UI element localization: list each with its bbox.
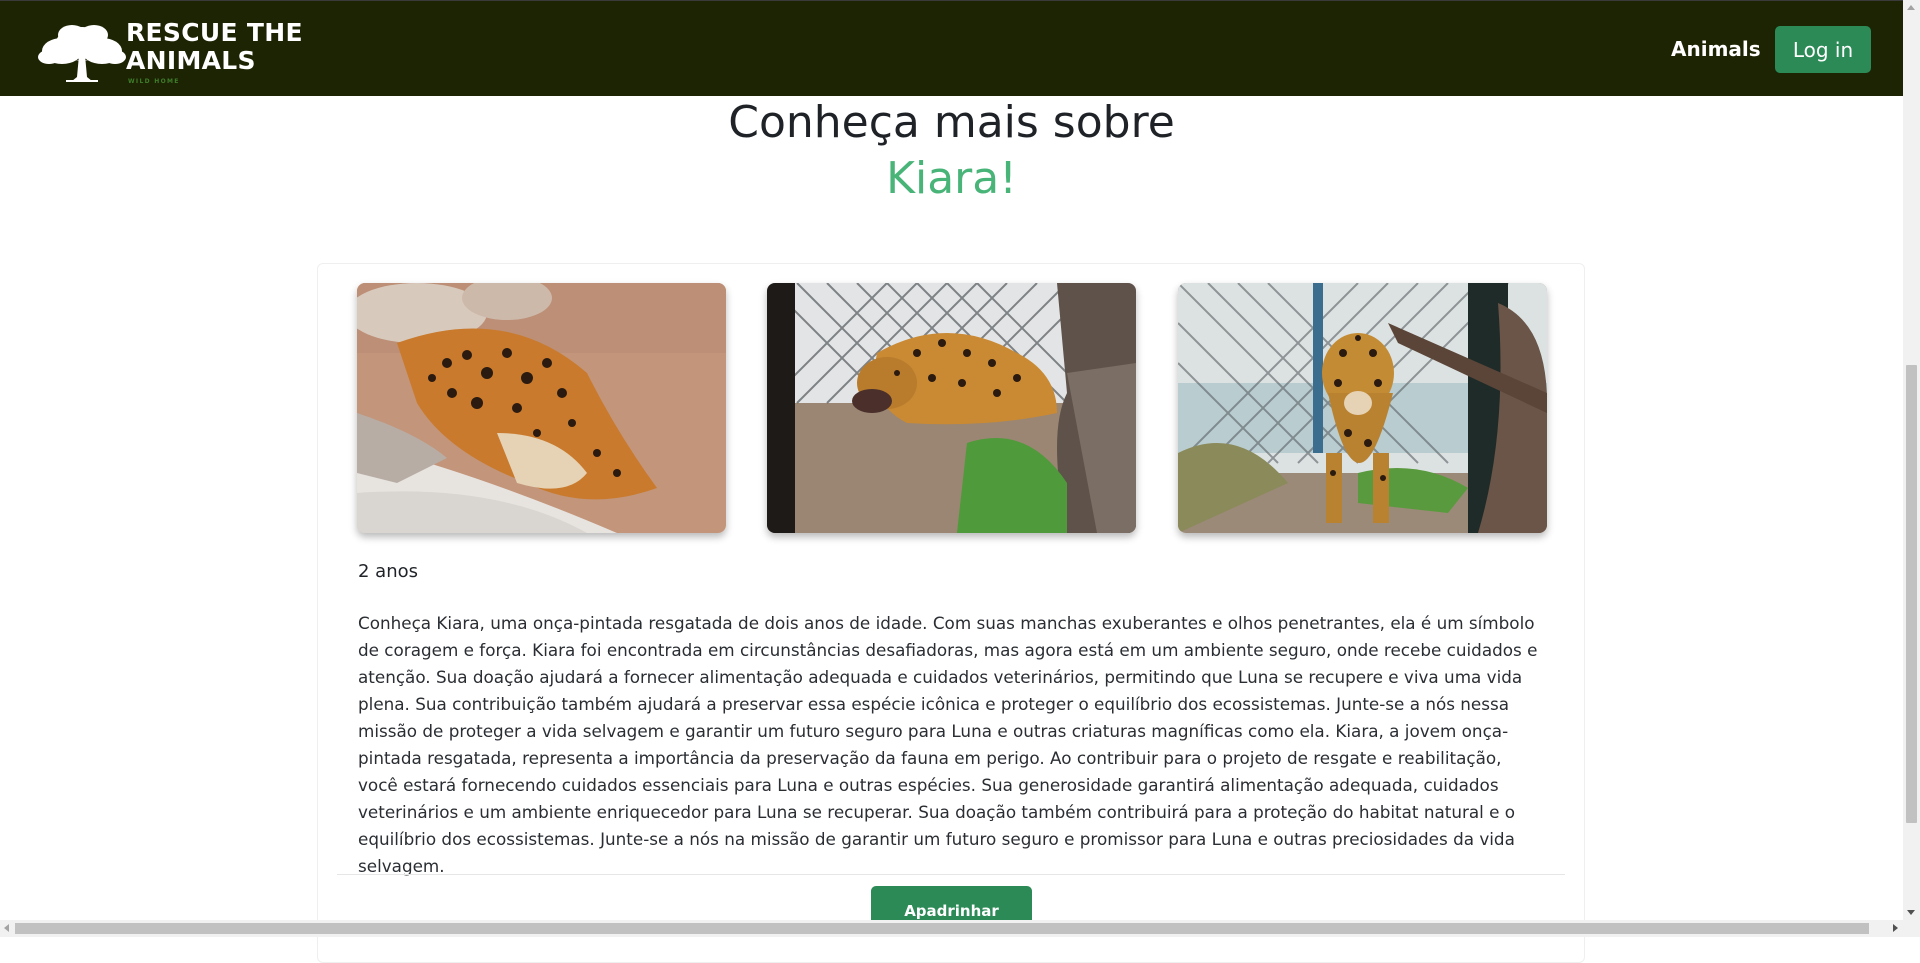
tree-logo-icon: [38, 25, 126, 82]
animal-age: 2 anos: [358, 561, 419, 582]
page-title: Conheça mais sobre Kiara!: [0, 95, 1903, 207]
animal-photo-1: [357, 283, 726, 533]
page-title-line: Conheça mais sobre: [728, 97, 1175, 148]
animal-photo-3: [1178, 283, 1547, 533]
brand-name: RESCUE THE ANIMALS: [126, 19, 303, 75]
animal-name: Kiara!: [886, 153, 1017, 204]
scroll-right-arrow-icon[interactable]: [1893, 924, 1898, 932]
brand-name-line1: RESCUE THE: [126, 18, 303, 47]
animal-photo-2: [767, 283, 1136, 533]
brand-logo[interactable]: RESCUE THE ANIMALS WILD HOME: [36, 19, 303, 85]
brand-name-line2: ANIMALS: [126, 46, 256, 75]
login-button[interactable]: Log in: [1775, 26, 1871, 73]
jaguar-walking-photo: [1178, 283, 1547, 533]
brand-tagline: WILD HOME: [128, 78, 180, 85]
navbar: RESCUE THE ANIMALS WILD HOME Animals Log…: [0, 0, 1903, 96]
jaguar-eating-photo: [767, 283, 1136, 533]
scroll-left-arrow-icon[interactable]: [4, 924, 9, 932]
jaguar-resting-photo: [357, 283, 726, 533]
nav-link-animals[interactable]: Animals: [1671, 37, 1761, 61]
vertical-scrollbar-thumb[interactable]: [1906, 365, 1917, 823]
scroll-down-arrow-icon[interactable]: [1907, 910, 1915, 915]
card-divider: [337, 874, 1565, 875]
horizontal-scrollbar-thumb[interactable]: [15, 923, 1869, 934]
scroll-up-arrow-icon[interactable]: [1907, 5, 1915, 10]
animal-description: Conheça Kiara, uma onça-pintada resgatad…: [358, 613, 1538, 876]
